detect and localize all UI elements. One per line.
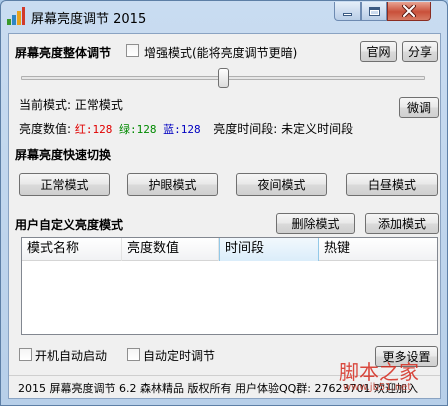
- eye-care-mode-button[interactable]: 护眼模式: [127, 173, 218, 196]
- autostart-checkbox[interactable]: [19, 348, 32, 361]
- enhance-mode-checkbox[interactable]: [126, 44, 139, 57]
- overall-heading: 屏幕亮度整体调节: [15, 46, 112, 60]
- brightness-values-text: 亮度数值: 红:128 绿:128 蓝:128 亮度时间段: 未定义时间段: [19, 120, 353, 137]
- column-time-period[interactable]: 时间段: [219, 238, 319, 261]
- brightness-label: 亮度数值:: [19, 122, 72, 136]
- auto-schedule-checkbox[interactable]: [127, 348, 140, 361]
- period-label: 亮度时间段:: [213, 122, 278, 136]
- website-button[interactable]: 官网: [360, 41, 397, 62]
- add-mode-button[interactable]: 添加模式: [365, 213, 439, 234]
- auto-schedule-label[interactable]: 自动定时调节: [143, 347, 215, 364]
- minimize-icon: [343, 12, 352, 16]
- client-area: 屏幕亮度整体调节 增强模式(能将亮度调节更暗) 官网 分享 当前模式: 正常模式…: [8, 33, 441, 399]
- column-hotkey[interactable]: 热键: [319, 238, 437, 261]
- app-window: 屏幕亮度调节 2015 屏幕亮度整体调节 增强模式(能将亮度调节更暗) 官网 分…: [0, 0, 448, 406]
- watermark-logo-text: 脚本之家: [339, 360, 419, 384]
- current-mode-label: 当前模式:: [19, 98, 72, 112]
- red-value: 红:128: [74, 123, 113, 136]
- delete-mode-button[interactable]: 删除模式: [276, 213, 355, 234]
- current-mode-value: 正常模式: [74, 98, 123, 112]
- night-mode-button[interactable]: 夜间模式: [236, 173, 327, 196]
- maximize-button[interactable]: [361, 2, 387, 21]
- daylight-mode-button[interactable]: 白昼模式: [346, 173, 438, 196]
- normal-mode-button[interactable]: 正常模式: [19, 173, 110, 196]
- list-header: 模式名称 亮度数值 时间段 热键: [22, 238, 437, 261]
- autostart-label[interactable]: 开机自动启动: [35, 347, 107, 364]
- green-value: 绿:128: [119, 123, 157, 136]
- brightness-bars-icon: [7, 7, 25, 25]
- enhance-mode-label[interactable]: 增强模式(能将亮度调节更暗): [144, 44, 297, 61]
- current-mode-text: 当前模式: 正常模式: [19, 96, 123, 113]
- custom-modes-list[interactable]: 模式名称 亮度数值 时间段 热键: [21, 237, 438, 335]
- column-mode-name[interactable]: 模式名称: [22, 238, 122, 261]
- minimize-button[interactable]: [334, 2, 361, 21]
- blue-value: 蓝:128: [163, 123, 201, 136]
- close-button[interactable]: [387, 2, 431, 21]
- brightness-slider-thumb[interactable]: [217, 68, 229, 88]
- column-brightness[interactable]: 亮度数值: [122, 238, 219, 261]
- quick-switch-heading: 屏幕亮度快速切换: [15, 148, 112, 162]
- custom-modes-heading: 用户自定义亮度模式: [15, 218, 124, 232]
- title-bar[interactable]: 屏幕亮度调节 2015: [1, 1, 447, 31]
- watermark-url: www.jb51.net: [343, 382, 412, 393]
- maximize-icon: [368, 6, 380, 16]
- window-title: 屏幕亮度调节 2015: [31, 12, 147, 27]
- close-icon: [402, 5, 416, 17]
- share-button[interactable]: 分享: [402, 41, 438, 62]
- fine-tune-button[interactable]: 微调: [399, 97, 439, 118]
- period-value: 未定义时间段: [281, 122, 354, 136]
